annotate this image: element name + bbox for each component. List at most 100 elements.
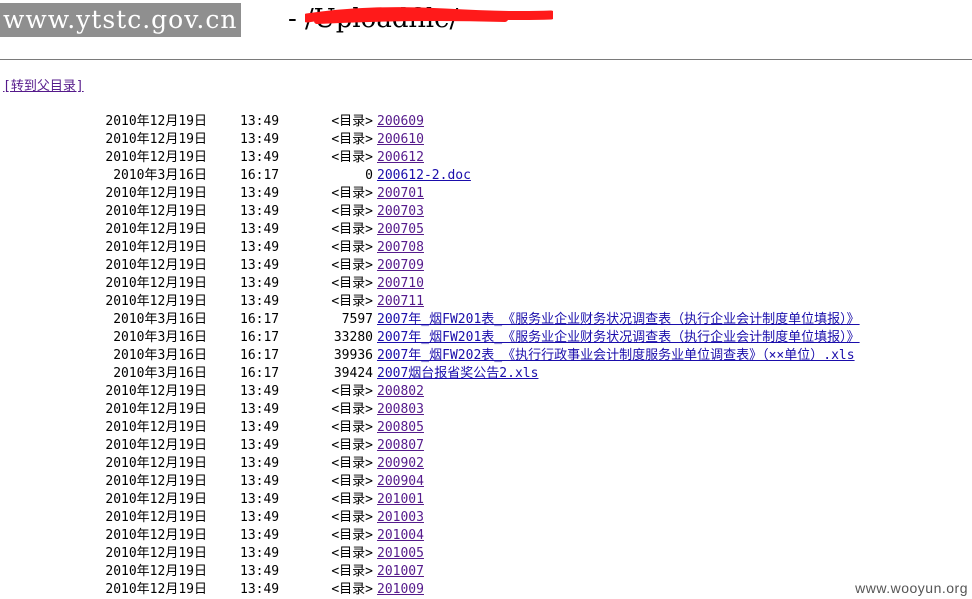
entry-time: 13:49 — [240, 456, 280, 471]
directory-link[interactable]: 200708 — [377, 239, 424, 257]
directory-link[interactable]: 200802 — [377, 383, 424, 401]
directory-link[interactable]: 200805 — [377, 419, 424, 437]
entry-time: 13:49 — [240, 258, 280, 273]
directory-marker: <目录> — [331, 114, 373, 129]
listing-row: 2010年12月19日 13:49 <目录> 200609 — [0, 113, 972, 131]
directory-marker: <目录> — [331, 384, 373, 399]
directory-marker: <目录> — [331, 546, 373, 561]
directory-link[interactable]: 200701 — [377, 185, 424, 203]
entry-date: 2010年12月19日 — [105, 492, 207, 507]
directory-link[interactable]: 200610 — [377, 131, 424, 149]
directory-link[interactable]: 201005 — [377, 545, 424, 563]
horizontal-rule — [0, 59, 972, 60]
entry-date: 2010年3月16日 — [113, 312, 207, 327]
watermark: www.wooyun.org — [855, 580, 968, 596]
entry-date: 2010年12月19日 — [105, 384, 207, 399]
listing-row: 2010年12月19日 13:49 <目录> 201004 — [0, 527, 972, 545]
directory-link[interactable]: 200803 — [377, 401, 424, 419]
directory-link[interactable]: 201007 — [377, 563, 424, 581]
directory-marker: <目录> — [331, 186, 373, 201]
directory-marker: <目录> — [331, 420, 373, 435]
directory-link[interactable]: 200711 — [377, 293, 424, 311]
listing-row: 2010年3月16日 16:17 0 200612-2.doc — [0, 167, 972, 185]
listing-row: 2010年3月16日 16:17 39936 2007年_烟FW202表_《执行行政事… — [0, 347, 972, 365]
entry-time: 13:49 — [240, 492, 280, 507]
directory-marker: <目录> — [331, 132, 373, 147]
file-link[interactable]: 2007烟台报省奖公告2.xls — [377, 365, 538, 383]
entry-time: 13:49 — [240, 384, 280, 399]
entry-time: 13:49 — [240, 240, 280, 255]
entry-time: 13:49 — [240, 114, 280, 129]
directory-marker: <目录> — [331, 150, 373, 165]
directory-link[interactable]: 201001 — [377, 491, 424, 509]
directory-link[interactable]: 201004 — [377, 527, 424, 545]
site-domain-label: www.ytstc.gov.cn — [0, 3, 242, 37]
directory-link[interactable]: 200705 — [377, 221, 424, 239]
entry-time: 13:49 — [240, 204, 280, 219]
directory-marker: <目录> — [331, 402, 373, 417]
entry-date: 2010年12月19日 — [105, 222, 207, 237]
listing-row: 2010年12月19日 13:49 <目录> 200709 — [0, 257, 972, 275]
entry-time: 13:49 — [240, 294, 280, 309]
listing-row: 2010年12月19日 13:49 <目录> 200807 — [0, 437, 972, 455]
entry-date: 2010年12月19日 — [105, 294, 207, 309]
directory-marker: <目录> — [331, 294, 373, 309]
listing-row: 2010年12月19日 13:49 <目录> 200802 — [0, 383, 972, 401]
directory-link[interactable]: 200612 — [377, 149, 424, 167]
entry-date: 2010年12月19日 — [105, 582, 207, 597]
entry-date: 2010年12月19日 — [105, 276, 207, 291]
entry-date: 2010年12月19日 — [105, 528, 207, 543]
directory-link[interactable]: 200807 — [377, 437, 424, 455]
directory-link[interactable]: 200609 — [377, 113, 424, 131]
directory-link[interactable]: 200703 — [377, 203, 424, 221]
entry-date: 2010年12月19日 — [105, 114, 207, 129]
listing-row: 2010年3月16日 16:17 33280 2007年_烟FW201表_《服务业企业… — [0, 329, 972, 347]
directory-link[interactable]: 200709 — [377, 257, 424, 275]
listing-row: 2010年12月19日 13:49 <目录> 200610 — [0, 131, 972, 149]
parent-directory-link[interactable]: [转到父目录] — [3, 78, 84, 96]
directory-marker: <目录> — [331, 492, 373, 507]
entry-date: 2010年12月19日 — [105, 546, 207, 561]
entry-time: 13:49 — [240, 582, 280, 597]
entry-time: 16:17 — [240, 330, 280, 345]
entry-time: 13:49 — [240, 438, 280, 453]
directory-link[interactable]: 200904 — [377, 473, 424, 491]
directory-link[interactable]: 201003 — [377, 509, 424, 527]
listing-row: 2010年12月19日 13:49 <目录> 201009 — [0, 581, 972, 599]
listing-row: 2010年12月19日 13:49 <目录> 201007 — [0, 563, 972, 581]
file-link[interactable]: 2007年_烟FW201表_《服务业企业财务状况调查表（执行企业会计制度单位填报… — [377, 329, 860, 347]
listing-row: 2010年12月19日 13:49 <目录> 200805 — [0, 419, 972, 437]
directory-listing: 2010年12月19日 13:49 <目录> 200609 2010年12月19日 13:… — [0, 113, 972, 599]
entry-size: 0 — [365, 168, 373, 183]
entry-date: 2010年12月19日 — [105, 150, 207, 165]
directory-link[interactable]: 200902 — [377, 455, 424, 473]
entry-date: 2010年12月19日 — [105, 510, 207, 525]
entry-date: 2010年12月19日 — [105, 438, 207, 453]
listing-row: 2010年12月19日 13:49 <目录> 200902 — [0, 455, 972, 473]
listing-row: 2010年12月19日 13:49 <目录> 200904 — [0, 473, 972, 491]
file-link[interactable]: 2007年_烟FW202表_《执行行政事业会计制度服务业单位调查表》（××单位）… — [377, 347, 855, 365]
entry-time: 13:49 — [240, 528, 280, 543]
listing-row: 2010年12月19日 13:49 <目录> 200612 — [0, 149, 972, 167]
entry-date: 2010年12月19日 — [105, 564, 207, 579]
directory-marker: <目录> — [331, 564, 373, 579]
directory-marker: <目录> — [331, 582, 373, 597]
redaction-mark — [305, 7, 553, 24]
entry-date: 2010年3月16日 — [113, 168, 207, 183]
entry-time: 13:49 — [240, 510, 280, 525]
entry-date: 2010年12月19日 — [105, 402, 207, 417]
file-link[interactable]: 200612-2.doc — [377, 167, 471, 185]
entry-time: 13:49 — [240, 150, 280, 165]
directory-marker: <目录> — [331, 204, 373, 219]
listing-row: 2010年12月19日 13:49 <目录> 200703 — [0, 203, 972, 221]
file-link[interactable]: 2007年_烟FW201表_《服务业企业财务状况调查表（执行企业会计制度单位填报… — [377, 311, 860, 329]
directory-marker: <目录> — [331, 510, 373, 525]
directory-link[interactable]: 201009 — [377, 581, 424, 599]
entry-date: 2010年12月19日 — [105, 456, 207, 471]
listing-row: 2010年12月19日 13:49 <目录> 201003 — [0, 509, 972, 527]
entry-date: 2010年12月19日 — [105, 474, 207, 489]
directory-link[interactable]: 200710 — [377, 275, 424, 293]
listing-row: 2010年12月19日 13:49 <目录> 201005 — [0, 545, 972, 563]
entry-date: 2010年12月19日 — [105, 132, 207, 147]
entry-size: 33280 — [333, 330, 373, 345]
